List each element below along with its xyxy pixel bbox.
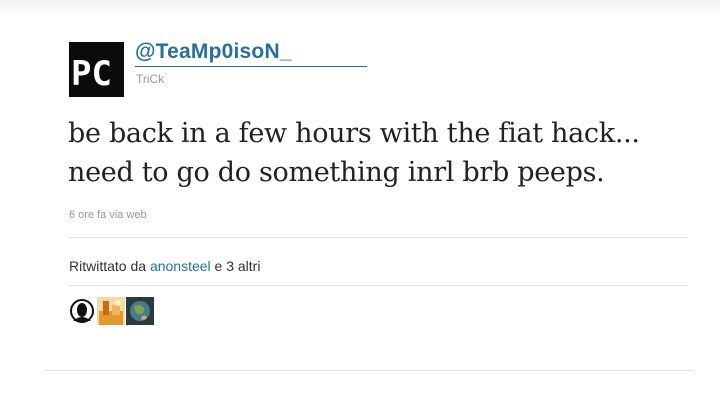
handle-underline bbox=[135, 66, 367, 67]
avatar-logo-text: PC bbox=[71, 54, 112, 94]
tweet-text: be back in a few hours with the fiat hac… bbox=[68, 114, 688, 192]
page-header-strip bbox=[0, 0, 720, 16]
globe-icon bbox=[126, 297, 154, 325]
retweeter-link[interactable]: anonsteel bbox=[150, 258, 211, 274]
retweet-info: Ritwittato da anonsteel e 3 altri bbox=[69, 258, 260, 274]
retweet-prefix: Ritwittato da bbox=[69, 258, 147, 274]
user-handle-link[interactable]: @TeaMp0isoN_ bbox=[135, 40, 292, 64]
globe-avatar[interactable] bbox=[126, 297, 154, 325]
divider-bottom bbox=[44, 370, 694, 371]
orange-photo-avatar[interactable] bbox=[97, 297, 125, 325]
tweet-text-line-2: need to go do something inrl brb peeps. bbox=[68, 157, 605, 188]
tweet-text-line-1: be back in a few hours with the fiat hac… bbox=[68, 118, 640, 149]
tweet-timestamp[interactable]: 6 ore fa via web bbox=[69, 209, 147, 221]
profile-avatar[interactable]: PC bbox=[69, 42, 124, 97]
retweeter-avatars bbox=[68, 297, 154, 325]
anonymous-mask-avatar[interactable] bbox=[68, 297, 96, 325]
divider-middle bbox=[68, 285, 688, 286]
tweet-card: PC @TeaMp0isoN_ TriCk be back in a few h… bbox=[44, 28, 694, 378]
retweet-suffix[interactable]: e 3 altri bbox=[215, 258, 261, 274]
avatar-logo: PC bbox=[69, 42, 124, 97]
divider-top bbox=[68, 237, 688, 238]
orange-photo-icon bbox=[97, 297, 125, 325]
anonymous-mask-icon bbox=[68, 297, 96, 325]
display-name: TriCk bbox=[136, 72, 165, 86]
